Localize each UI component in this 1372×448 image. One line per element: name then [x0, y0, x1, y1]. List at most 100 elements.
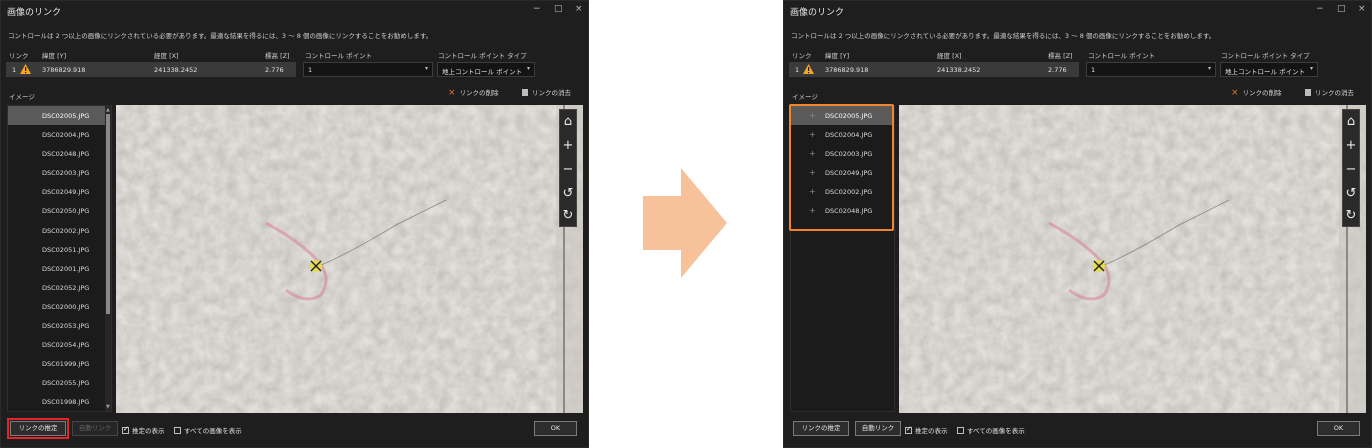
auto-link-button[interactable]: 自動リンク: [855, 421, 901, 436]
images-label: イメージ: [9, 93, 35, 101]
image-list-item[interactable]: DSC02000.JPG: [8, 297, 111, 316]
minimize-button[interactable]: −: [1316, 4, 1324, 14]
row-lon: 241338.2452: [154, 66, 198, 74]
rotate-right-icon[interactable]: ↻: [1343, 206, 1359, 226]
image-viewer[interactable]: ⌂ + − ↺ ↻: [116, 105, 583, 413]
image-list-item[interactable]: DSC02048.JPG: [8, 144, 111, 163]
remove-link-button[interactable]: × リンクの削除: [448, 87, 499, 98]
ok-button[interactable]: OK: [534, 421, 577, 436]
show-all-images-label: すべての画像を表示: [967, 427, 1025, 435]
zoom-out-icon[interactable]: −: [560, 160, 576, 180]
image-list-item[interactable]: DSC02054.JPG: [8, 335, 111, 354]
title-bar: 画像のリンク − □ ×: [784, 1, 1371, 19]
auto-link-button[interactable]: 自動リンク: [72, 421, 118, 436]
image-list-item[interactable]: DSC02050.JPG: [8, 201, 111, 220]
image-list-item[interactable]: DSC01998.JPG: [8, 392, 111, 411]
aerial-image: [116, 105, 583, 413]
image-filename: DSC02000.JPG: [42, 302, 90, 311]
image-list[interactable]: DSC02005.JPG DSC02004.JPG DSC02048.JPG DSC0…: [7, 105, 112, 412]
image-list-item[interactable]: DSC02003.JPG: [8, 163, 111, 182]
show-all-images-checkbox[interactable]: すべての画像を表示: [957, 425, 1025, 435]
image-list-item[interactable]: DSC02052.JPG: [8, 278, 111, 297]
clear-links-button[interactable]: リンクの消去: [1305, 87, 1354, 97]
clear-links-button[interactable]: リンクの消去: [522, 87, 571, 97]
trash-icon: [522, 89, 528, 96]
home-icon[interactable]: ⌂: [560, 112, 576, 132]
dialog-title: 画像のリンク: [7, 8, 62, 18]
col-link: リンク: [792, 52, 812, 60]
checkbox-empty-icon: [174, 427, 181, 434]
row-link: 1: [795, 66, 800, 74]
warning-icon: [20, 64, 31, 74]
warning-icon: [803, 64, 814, 74]
scrollbar-thumb[interactable]: [106, 114, 110, 314]
maximize-button[interactable]: □: [554, 4, 563, 14]
col-elev: 標高 [Z]: [1048, 52, 1073, 60]
control-point-marker[interactable]: [310, 260, 322, 272]
close-button[interactable]: ×: [575, 4, 583, 14]
checkbox-empty-icon: [957, 427, 964, 434]
estimate-links-button[interactable]: リンクの推定: [793, 421, 849, 436]
close-button[interactable]: ×: [1358, 4, 1366, 14]
show-estimate-checkbox[interactable]: 推定の表示: [905, 425, 948, 435]
image-filename: DSC02002.JPG: [42, 226, 90, 235]
zoom-in-icon[interactable]: +: [1343, 136, 1359, 156]
image-list-item[interactable]: DSC02055.JPG: [8, 373, 111, 392]
col-lon: 経度 [X]: [937, 52, 962, 60]
trash-icon: [1305, 89, 1311, 96]
scroll-down-icon: ▼: [106, 404, 110, 410]
rotate-left-icon[interactable]: ↺: [1343, 184, 1359, 204]
close-x-icon: ×: [448, 88, 456, 98]
image-filename: DSC02048.JPG: [42, 150, 90, 159]
col-link: リンク: [9, 52, 29, 60]
image-list-scrollbar[interactable]: ▲ ▼: [105, 106, 111, 411]
aerial-image: [899, 105, 1366, 413]
remove-link-label: リンクの削除: [459, 89, 499, 97]
home-icon[interactable]: ⌂: [1343, 112, 1359, 132]
checkbox-checked-icon: [905, 425, 912, 434]
image-list-item[interactable]: DSC01999.JPG: [8, 354, 111, 373]
dialog-title: 画像のリンク: [790, 8, 845, 18]
image-filename: DSC02053.JPG: [42, 322, 90, 331]
image-list-item[interactable]: DSC02049.JPG: [8, 182, 111, 201]
maximize-button[interactable]: □: [1337, 4, 1346, 14]
show-all-images-checkbox[interactable]: すべての画像を表示: [174, 425, 242, 435]
image-list-item[interactable]: DSC02053.JPG: [8, 316, 111, 335]
control-point-type-select[interactable]: 地上コントロール ポイント ▾: [1220, 62, 1318, 77]
image-list-item[interactable]: DSC02051.JPG: [8, 240, 111, 259]
dropdown-arrow-icon: ▾: [424, 65, 428, 72]
remove-link-button[interactable]: × リンクの削除: [1231, 87, 1282, 98]
show-estimate-checkbox[interactable]: 推定の表示: [122, 425, 165, 435]
image-viewer[interactable]: ⌂ + − ↺ ↻: [899, 105, 1366, 413]
image-filename: DSC02051.JPG: [42, 245, 90, 254]
show-estimate-label: 推定の表示: [915, 427, 948, 435]
image-list-item[interactable]: DSC02001.JPG: [8, 259, 111, 278]
control-point-type-select[interactable]: 地上コントロール ポイント ▾: [437, 62, 535, 77]
viewer-toolbar: ⌂ + − ↺ ↻: [1342, 109, 1360, 227]
control-point-marker[interactable]: [1093, 260, 1105, 272]
image-list-item[interactable]: DSC02005.JPG: [8, 106, 111, 126]
image-list-item[interactable]: DSC02002.JPG: [8, 221, 111, 240]
rotate-left-icon[interactable]: ↺: [560, 184, 576, 204]
dropdown-arrow-icon: ▾: [526, 65, 530, 72]
zoom-out-icon[interactable]: −: [1343, 160, 1359, 180]
dropdown-arrow-icon: ▾: [1309, 65, 1313, 72]
col-control-point: コントロール ポイント: [1088, 52, 1156, 60]
close-x-icon: ×: [1231, 88, 1239, 98]
minimize-button[interactable]: −: [533, 4, 541, 14]
row-elev: 2.776: [1048, 66, 1067, 74]
link-images-dialog-before: 画像のリンク − □ × コントロールは 2 つ以上の画像にリンクされている必要…: [0, 0, 589, 448]
image-filename: DSC02050.JPG: [42, 207, 90, 216]
image-list-item[interactable]: DSC02004.JPG: [8, 125, 111, 144]
viewer-toolbar: ⌂ + − ↺ ↻: [559, 109, 577, 227]
control-point-value: 1: [1091, 66, 1096, 74]
clear-links-label: リンクの消去: [1315, 89, 1354, 97]
ok-button[interactable]: OK: [1317, 421, 1360, 436]
rotate-right-icon[interactable]: ↻: [560, 206, 576, 226]
control-point-select[interactable]: 1 ▾: [1086, 62, 1216, 77]
control-point-select[interactable]: 1 ▾: [303, 62, 433, 77]
link-images-dialog-after: 画像のリンク − □ × コントロールは 2 つ以上の画像にリンクされている必要…: [783, 0, 1372, 448]
zoom-in-icon[interactable]: +: [560, 136, 576, 156]
image-filename: DSC02001.JPG: [42, 264, 90, 273]
image-filename: DSC02054.JPG: [42, 341, 90, 350]
